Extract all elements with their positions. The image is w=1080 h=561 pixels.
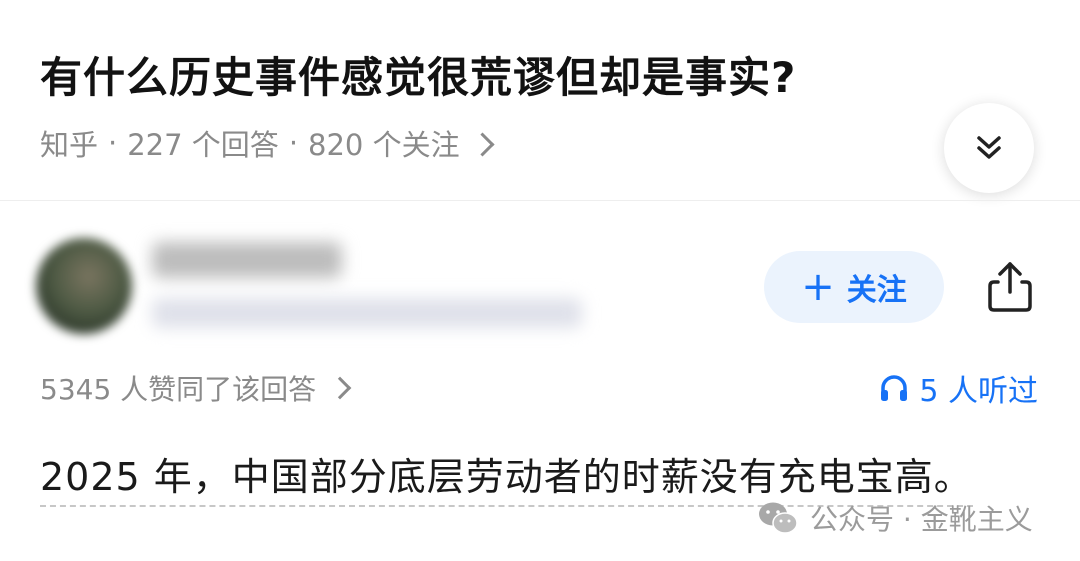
answers-count: 227 个回答 — [127, 128, 279, 162]
expand-button[interactable] — [944, 103, 1034, 193]
meta-separator: · — [288, 126, 299, 160]
watermark-text: 公众号 · 金靴主义 — [810, 503, 1033, 536]
headphones-icon — [881, 375, 908, 401]
author-avatar[interactable] — [36, 238, 132, 334]
author-bio-blurred — [152, 298, 582, 328]
chevron-right-icon — [470, 131, 495, 157]
wechat-icon — [759, 502, 798, 534]
double-chevron-down-icon — [977, 136, 1001, 159]
upvote-count-row[interactable]: 5345 人赞同了该回答 — [40, 368, 352, 408]
share-icon — [988, 262, 1032, 312]
meta-separator: · — [108, 126, 118, 160]
followers-count: 820 个关注 — [308, 128, 460, 162]
section-divider — [0, 200, 1080, 201]
plus-icon: + — [801, 264, 835, 310]
question-title: 有什么历史事件感觉很荒谬但却是事实? — [40, 53, 797, 102]
follow-label: 关注 — [846, 273, 907, 308]
source-label: 知乎 — [40, 128, 99, 162]
listen-count[interactable]: 5 人听过 — [879, 366, 1038, 410]
share-button[interactable] — [984, 258, 1036, 314]
chevron-right-icon — [328, 376, 352, 400]
upvote-count: 5345 人赞同了该回答 — [40, 373, 317, 406]
listen-count-label: 5 人听过 — [919, 374, 1038, 409]
question-meta[interactable]: 知乎 · 227 个回答 · 820 个关注 — [40, 122, 495, 164]
follow-button[interactable]: + 关注 — [764, 251, 944, 323]
author-name-blurred[interactable] — [152, 242, 342, 278]
watermark: 公众号 · 金靴主义 — [758, 498, 1033, 538]
